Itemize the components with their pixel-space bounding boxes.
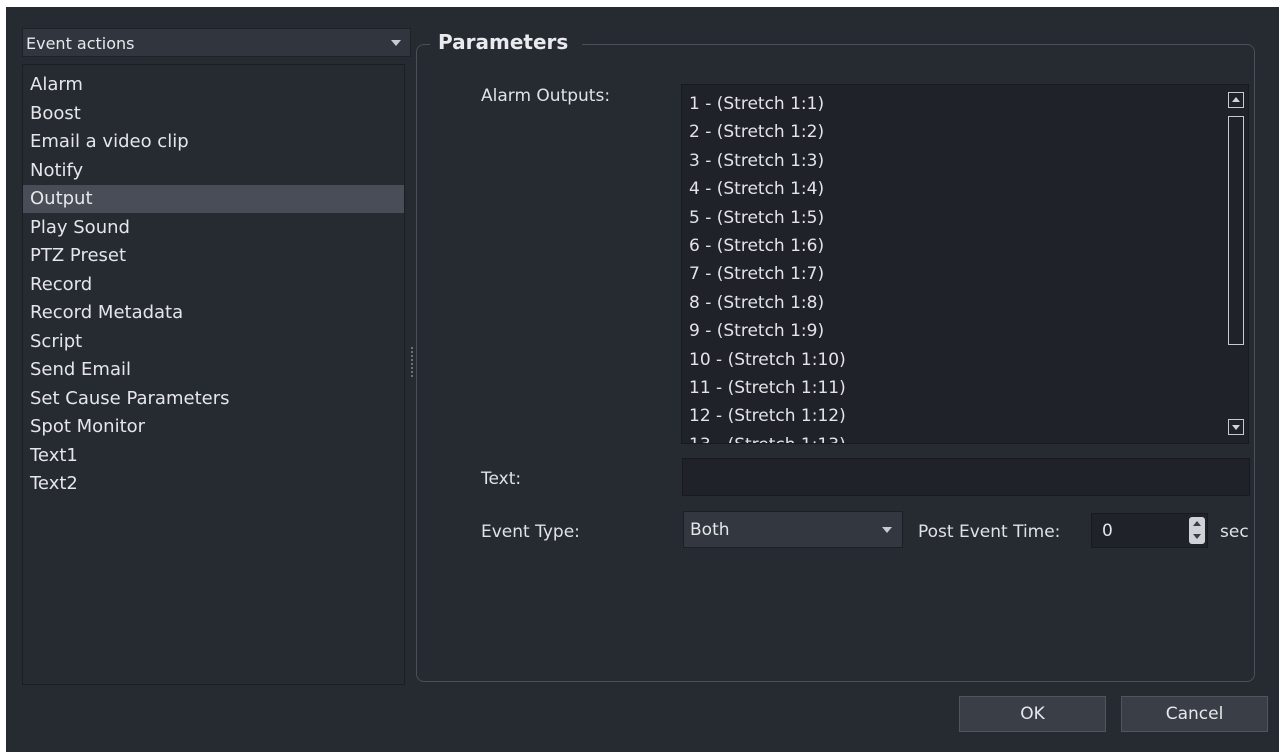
alarm-output-item[interactable]: 2 - (Stretch 1:2) [689, 118, 824, 146]
list-item[interactable]: Spot Monitor [23, 413, 404, 441]
alarm-outputs-list[interactable]: 13 - (Stretch 1:13)12 - (Stretch 1:12)11… [681, 84, 1249, 444]
list-item[interactable]: Send Email [23, 356, 404, 384]
list-item[interactable]: Text1 [23, 442, 404, 470]
list-item[interactable]: Notify [23, 157, 404, 185]
post-event-time-value: 0 [1102, 521, 1113, 541]
scrollbar-thumb[interactable] [1228, 116, 1244, 345]
list-item[interactable]: Record Metadata [23, 299, 404, 327]
list-item[interactable]: Record [23, 271, 404, 299]
splitter-handle[interactable] [411, 347, 413, 377]
arrow-up-icon [1232, 97, 1240, 102]
scroll-down-button[interactable] [1228, 419, 1244, 435]
alarm-output-item[interactable]: 10 - (Stretch 1:10) [689, 346, 846, 374]
list-item[interactable]: Output [23, 185, 404, 213]
arrow-down-icon [1232, 425, 1240, 430]
increment-icon[interactable] [1193, 521, 1201, 526]
text-label: Text: [481, 469, 522, 489]
alarm-outputs-label: Alarm Outputs: [481, 86, 611, 106]
cancel-button[interactable]: Cancel [1121, 696, 1268, 732]
action-category-dropdown[interactable]: Event actions [22, 28, 411, 57]
alarm-output-item[interactable]: 4 - (Stretch 1:4) [689, 175, 824, 203]
list-item[interactable]: Boost [23, 100, 404, 128]
alarm-output-item[interactable]: 13 - (Stretch 1:13) [689, 431, 846, 443]
post-event-time-unit: sec [1220, 522, 1249, 542]
alarm-output-item[interactable]: 12 - (Stretch 1:12) [689, 402, 846, 430]
ok-button[interactable]: OK [959, 696, 1106, 732]
stepper-buttons[interactable] [1189, 517, 1205, 544]
list-item[interactable]: Email a video clip [23, 128, 404, 156]
list-item[interactable]: Play Sound [23, 214, 404, 242]
action-category-value: Event actions [26, 34, 135, 53]
alarm-output-item[interactable]: 1 - (Stretch 1:1) [689, 90, 824, 118]
alarm-output-item[interactable]: 9 - (Stretch 1:9) [689, 317, 824, 345]
list-item[interactable]: Text2 [23, 470, 404, 498]
chevron-down-icon [882, 527, 892, 533]
alarm-output-item[interactable]: 8 - (Stretch 1:8) [689, 289, 824, 317]
post-event-time-label: Post Event Time: [918, 522, 1061, 542]
chevron-down-icon [391, 40, 401, 46]
event-type-label: Event Type: [481, 522, 580, 542]
list-item[interactable]: Set Cause Parameters [23, 385, 404, 413]
post-event-time-stepper[interactable]: 0 [1091, 513, 1208, 548]
scroll-up-button[interactable] [1228, 92, 1244, 108]
alarm-output-item[interactable]: 7 - (Stretch 1:7) [689, 260, 824, 288]
list-item[interactable]: PTZ Preset [23, 242, 404, 270]
list-item[interactable]: Script [23, 328, 404, 356]
alarm-output-item[interactable]: 5 - (Stretch 1:5) [689, 204, 824, 232]
parameters-title: Parameters [430, 30, 583, 54]
text-input[interactable] [682, 458, 1250, 496]
action-list[interactable]: Alarm Boost Email a video clip Notify Output… [22, 64, 405, 685]
event-type-value: Both [690, 520, 730, 540]
alarm-output-item[interactable]: 3 - (Stretch 1:3) [689, 147, 824, 175]
alarm-output-item[interactable]: 6 - (Stretch 1:6) [689, 232, 824, 260]
event-type-dropdown[interactable]: Both [683, 511, 903, 548]
alarm-output-item[interactable]: 11 - (Stretch 1:11) [689, 374, 846, 402]
event-actions-dialog: Event actions Alarm Boost Email a video cl… [6, 7, 1279, 752]
decrement-icon[interactable] [1193, 534, 1201, 539]
list-item[interactable]: Alarm [23, 71, 404, 99]
